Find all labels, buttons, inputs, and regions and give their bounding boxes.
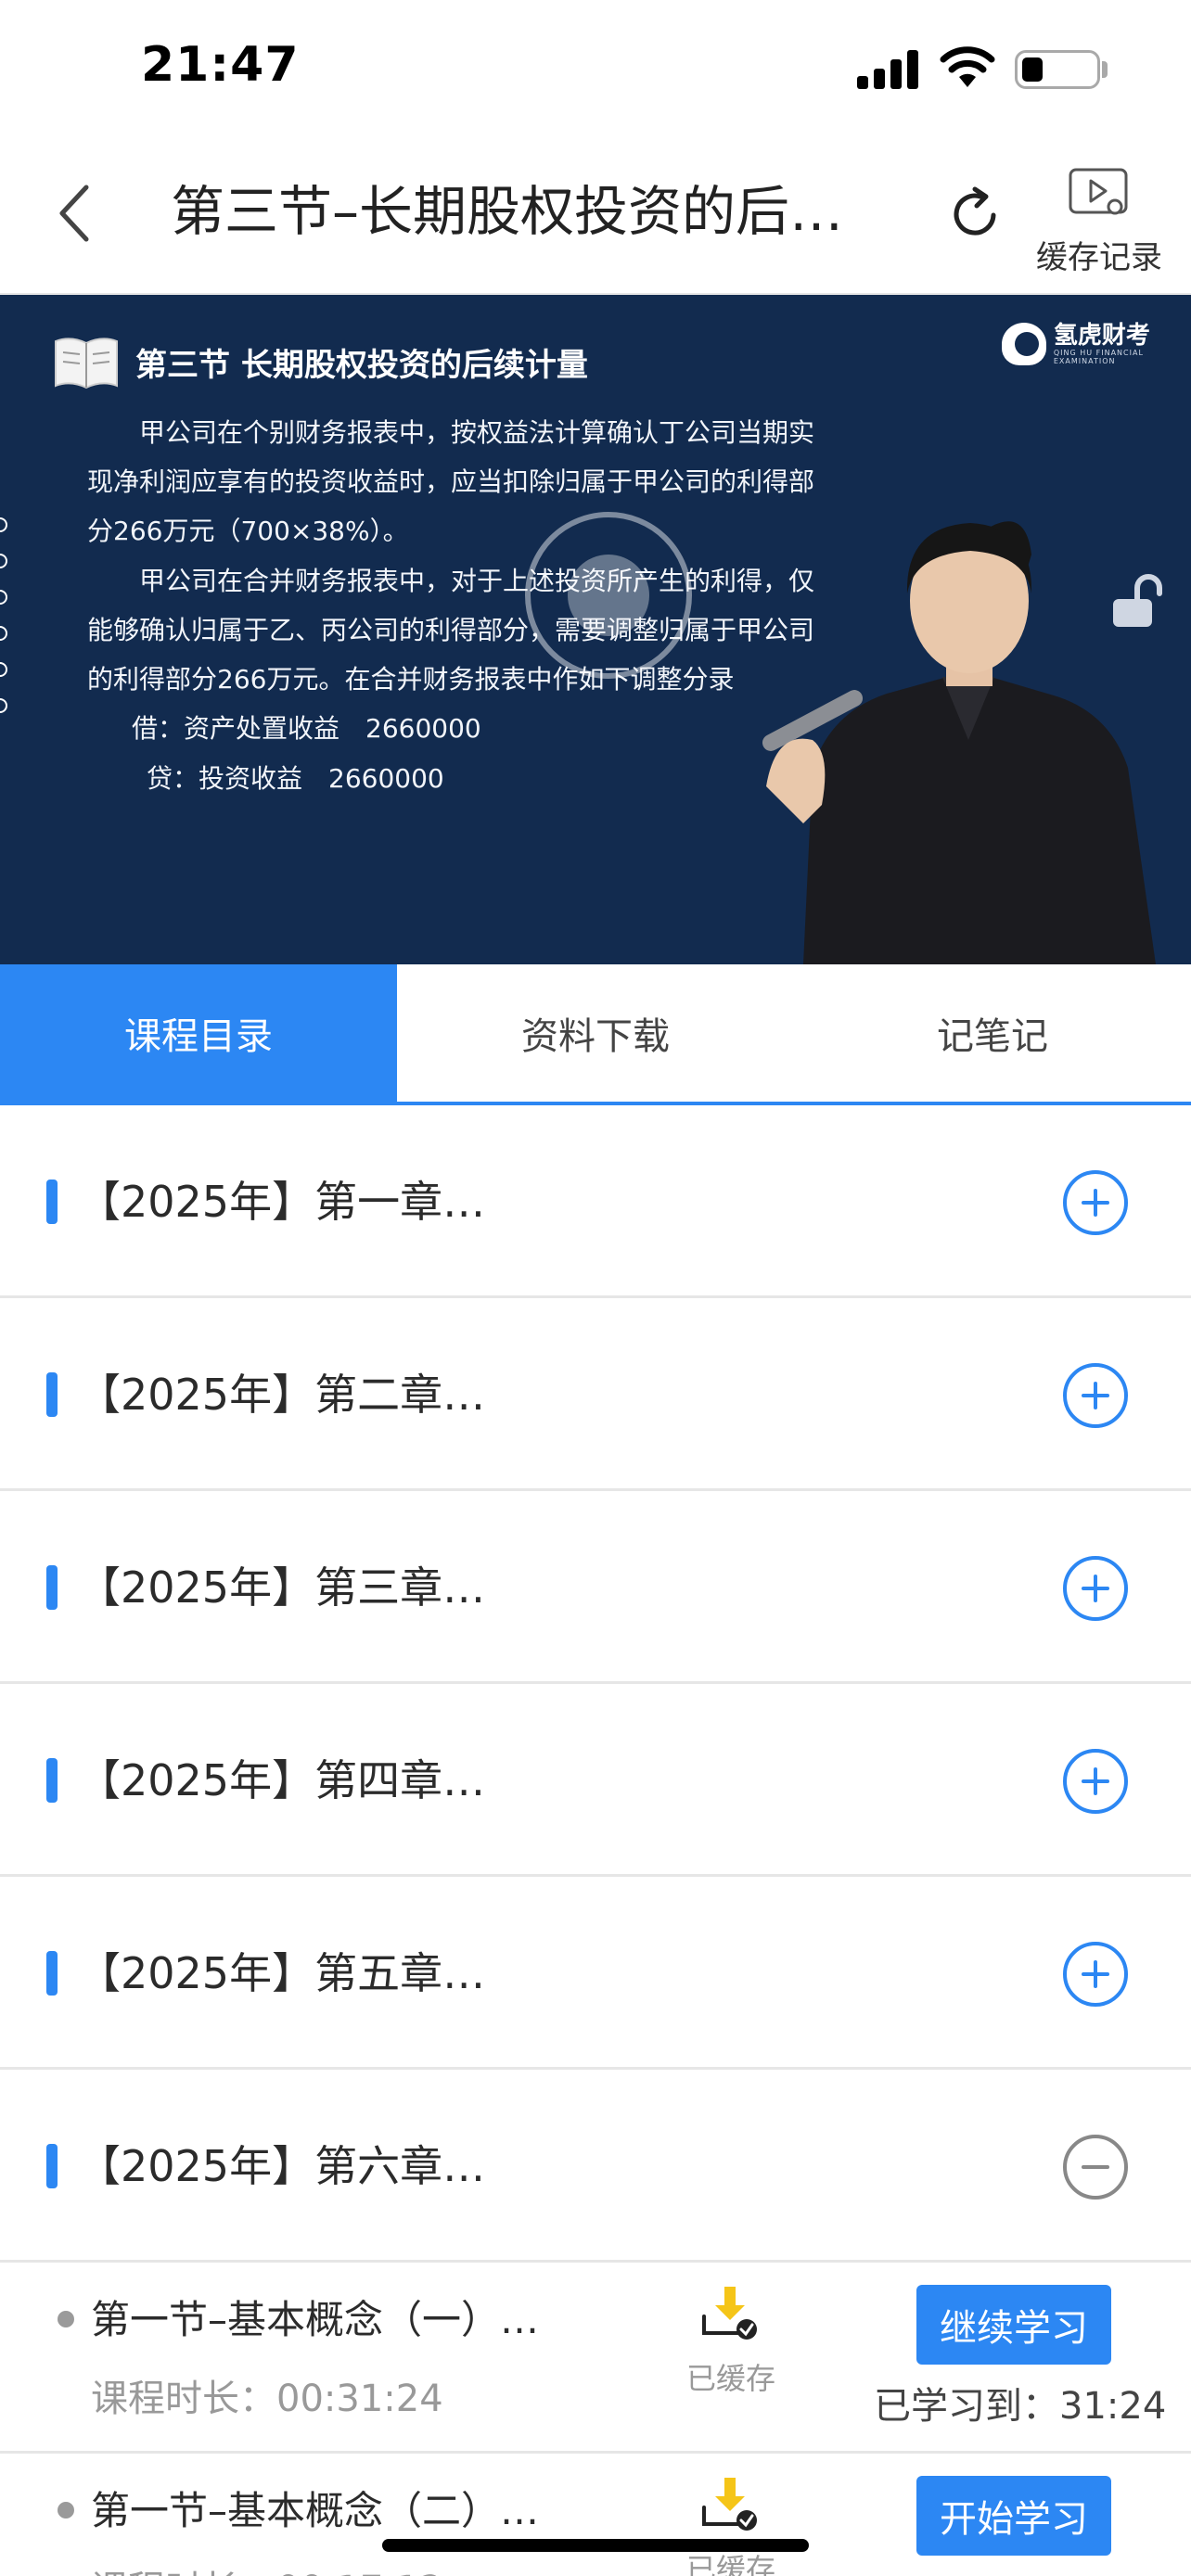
lesson-title: 第一节–基本概念（二）… — [91, 2488, 540, 2533]
page-title: 第三节–长期股权投资的后… — [171, 180, 844, 243]
lesson-bullet — [58, 2311, 74, 2327]
status-bar: 21:47 — [0, 0, 1191, 139]
chapter-marker — [46, 1951, 58, 1996]
lesson-item[interactable]: 第一节–基本概念（二）… 课程时长：00:17:12 已缓存 开始学习 — [0, 2454, 1191, 2576]
toolbar-dot-icon — [0, 698, 7, 713]
expand-plus-icon[interactable] — [1063, 1942, 1128, 2007]
cache-record-label: 缓存记录 — [1036, 239, 1162, 276]
toolbar-dot-icon — [0, 590, 7, 605]
video-cache-icon — [1069, 168, 1128, 215]
study-progress: 已学习到：31:24 — [874, 2385, 1167, 2428]
chapter-title: 【2025年】第六章… — [78, 2141, 486, 2191]
chapter-item[interactable]: 【2025年】第四章… — [0, 1684, 1191, 1877]
status-time: 21:47 — [141, 37, 300, 93]
downloaded-icon — [702, 2478, 757, 2531]
chapter-title: 【2025年】第三章… — [78, 1562, 486, 1613]
toolbar-dot-icon — [0, 626, 7, 641]
toolbar-dot-icon — [0, 517, 7, 532]
chapter-title: 【2025年】第二章… — [78, 1370, 486, 1420]
chapter-marker — [46, 1372, 58, 1417]
tiger-logo-icon — [1002, 323, 1046, 365]
expand-plus-icon[interactable] — [1063, 1749, 1128, 1814]
video-slide-paragraph: 甲公司在个别财务报表中，按权益法计算确认丁公司当期实现净利润应享有的投资收益时，… — [87, 417, 815, 546]
tab-materials-download[interactable]: 资料下载 — [397, 964, 794, 1102]
video-slide-heading: 第三节 长期股权投资的后续计量 — [135, 347, 588, 384]
play-button[interactable] — [525, 512, 692, 679]
nav-bar: 第三节–长期股权投资的后… 缓存记录 — [0, 139, 1191, 295]
chapter-title: 【2025年】第五章… — [78, 1948, 486, 1998]
brand-logo-subtext: QING HU FINANCIAL EXAMINATION — [1053, 349, 1144, 365]
start-study-button[interactable]: 开始学习 — [916, 2476, 1111, 2556]
collapse-minus-icon[interactable] — [1063, 2135, 1128, 2200]
screen-lock-icon[interactable] — [1109, 573, 1167, 631]
journal-entry-debit: 借：资产处置收益 2660000 — [132, 713, 481, 744]
chapter-item[interactable]: 【2025年】第五章… — [0, 1877, 1191, 2070]
tab-course-catalog[interactable]: 课程目录 — [0, 964, 397, 1102]
chapter-marker — [46, 1565, 58, 1610]
lesson-list: 第一节–基本概念（一）… 课程时长：00:31:24 已缓存 继续学习 已学习到… — [0, 2263, 1191, 2576]
chapter-item[interactable]: 【2025年】第一章… — [0, 1105, 1191, 1298]
battery-icon — [1015, 50, 1100, 89]
journal-entry-credit: 贷：投资收益 2660000 — [147, 763, 444, 794]
lesson-duration: 课程时长：00:17:12 — [91, 2559, 443, 2576]
battery-tip — [1102, 61, 1108, 78]
back-button[interactable] — [41, 176, 106, 250]
lesson-bullet — [58, 2502, 74, 2519]
chapter-title: 【2025年】第一章… — [78, 1177, 486, 1227]
toolbar-dot-icon — [0, 662, 7, 677]
chapter-item[interactable]: 【2025年】第二章… — [0, 1298, 1191, 1491]
chapter-marker — [46, 1758, 58, 1803]
chapter-item[interactable]: 【2025年】第三章… — [0, 1491, 1191, 1684]
expand-plus-icon[interactable] — [1063, 1363, 1128, 1428]
lesson-title: 第一节–基本概念（一）… — [91, 2297, 540, 2342]
expand-plus-icon[interactable] — [1063, 1556, 1128, 1621]
expand-plus-icon[interactable] — [1063, 1170, 1128, 1235]
tab-take-notes[interactable]: 记笔记 — [794, 964, 1191, 1102]
video-slide-paragraph: 甲公司在合并财务报表中，对于上述投资所产生的利得，仅能够确认归属于乙、丙公司的利… — [87, 566, 815, 695]
brand-logo-text: 氢虎财考 — [1053, 322, 1150, 350]
course-tabs: 课程目录 资料下载 记笔记 — [0, 964, 1191, 1105]
book-icon — [55, 338, 118, 389]
cellular-signal-icon — [857, 48, 918, 89]
lesson-duration: 课程时长：00:31:24 — [91, 2378, 443, 2420]
refresh-icon — [954, 186, 996, 236]
toolbar-dot-icon — [0, 554, 7, 568]
side-toolbar — [0, 517, 13, 734]
cache-status: 已缓存 — [686, 2285, 775, 2398]
chevron-left-icon — [59, 185, 89, 242]
refresh-button[interactable] — [942, 176, 1009, 250]
cache-status: 已缓存 — [686, 2476, 775, 2576]
brand-logo: 氢虎财考 QING HU FINANCIAL EXAMINATION — [1002, 323, 1191, 365]
continue-study-button[interactable]: 继续学习 — [916, 2285, 1111, 2365]
chapter-list: 【2025年】第一章… 【2025年】第二章… 【2025年】第三章… 【202… — [0, 1105, 1191, 2263]
chapter-marker — [46, 1180, 58, 1224]
home-indicator[interactable] — [382, 2539, 809, 2552]
chapter-title: 【2025年】第四章… — [78, 1755, 486, 1805]
lesson-item[interactable]: 第一节–基本概念（一）… 课程时长：00:31:24 已缓存 继续学习 已学习到… — [0, 2263, 1191, 2454]
presenter-figure — [762, 521, 1156, 964]
cache-record-button[interactable]: 缓存记录 — [1030, 159, 1169, 280]
chapter-marker — [46, 2144, 58, 2188]
downloaded-icon — [702, 2287, 757, 2340]
wifi-icon — [940, 46, 995, 87]
cache-status-label: 已缓存 — [686, 2361, 776, 2396]
video-player[interactable]: 第三节 长期股权投资的后续计量 氢虎财考 QING HU FINANCIAL E… — [0, 295, 1191, 964]
chapter-item[interactable]: 【2025年】第六章… — [0, 2070, 1191, 2263]
